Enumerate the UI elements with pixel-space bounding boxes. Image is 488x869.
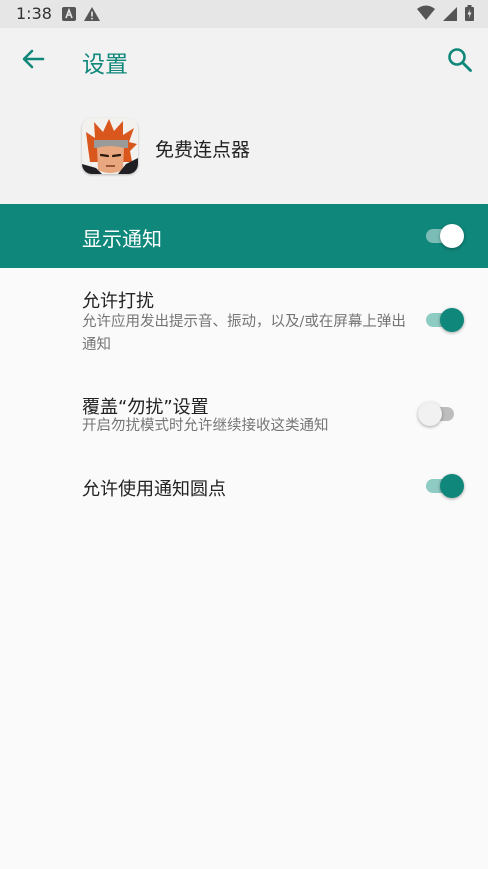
warning-icon: [84, 6, 100, 25]
setting-title: 允许打扰: [82, 291, 154, 312]
battery-icon: [465, 5, 474, 25]
setting-title: 允许使用通知圆点: [82, 479, 226, 500]
show-notifications-row[interactable]: 显示通知: [0, 204, 488, 268]
status-bar: 1:38: [0, 0, 488, 28]
setting-summary: 开启勿扰模式时允许继续接收这类通知: [82, 418, 329, 434]
notification-dot-switch[interactable]: [424, 472, 464, 500]
app-name: 免费连点器: [155, 139, 251, 161]
app-header: 免费连点器: [0, 94, 488, 204]
status-right-icons: [417, 5, 474, 25]
show-notifications-switch[interactable]: [424, 222, 464, 250]
switch-thumb: [440, 474, 464, 498]
search-icon[interactable]: [446, 46, 474, 74]
show-notifications-label: 显示通知: [82, 227, 162, 251]
wifi-icon: [417, 5, 435, 25]
switch-thumb: [440, 224, 464, 248]
signal-icon: [443, 6, 457, 25]
allow-interruptions-switch[interactable]: [424, 306, 464, 334]
switch-thumb: [440, 308, 464, 332]
override-dnd-row[interactable]: 覆盖“勿扰”设置 开启勿扰模式时允许继续接收这类通知: [0, 372, 488, 454]
switch-thumb: [418, 402, 442, 426]
status-time: 1:38: [16, 4, 52, 23]
setting-summary: 允许应用发出提示音、振动，以及/或在屏幕上弹出通知: [82, 314, 406, 353]
allow-interruptions-row[interactable]: 允许打扰 允许应用发出提示音、振动，以及/或在屏幕上弹出通知: [0, 268, 488, 372]
notification-dot-row[interactable]: 允许使用通知圆点: [0, 454, 488, 518]
page-title: 设置: [82, 52, 128, 78]
arrow-left-icon[interactable]: [18, 44, 48, 74]
override-dnd-switch[interactable]: [418, 400, 458, 428]
app-bar: 设置: [0, 28, 488, 94]
notification-a-icon: [62, 6, 76, 25]
app-icon: [82, 118, 138, 174]
status-left-icons: [62, 6, 100, 25]
